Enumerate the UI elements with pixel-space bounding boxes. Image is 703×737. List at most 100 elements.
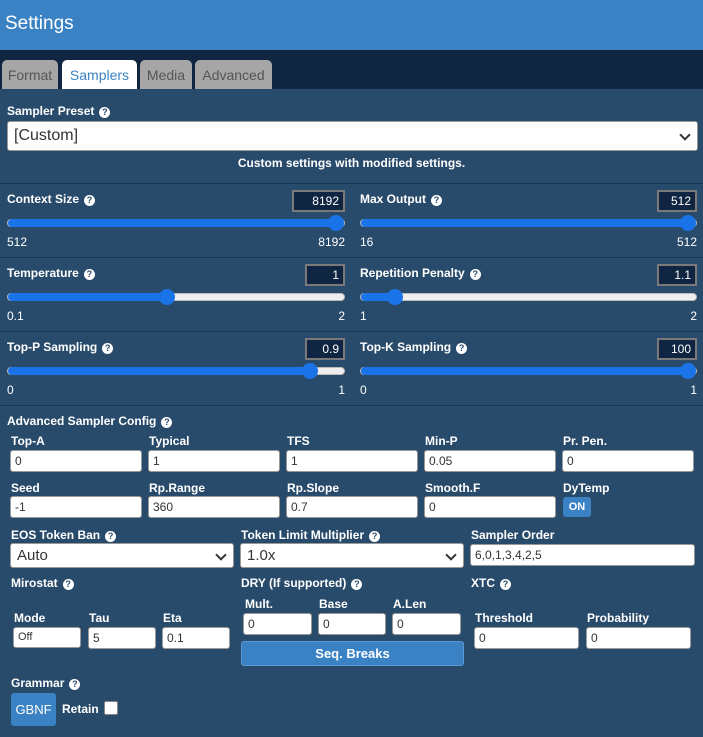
dytemp-toggle-button[interactable]: ON <box>563 497 591 517</box>
help-icon[interactable]: ? <box>351 579 363 590</box>
divider <box>0 183 703 184</box>
top-k-input[interactable]: 100 <box>657 338 697 360</box>
help-icon[interactable]: ? <box>431 195 442 206</box>
xtc-threshold-input[interactable]: 0 <box>474 627 579 649</box>
rep-penalty-input[interactable]: 1.1 <box>657 264 697 286</box>
slider-thumb[interactable] <box>302 363 318 379</box>
dytemp-label: DyTemp <box>563 481 610 495</box>
context-size-min: 512 <box>7 235 28 249</box>
tab-bar: Format Samplers Media Advanced <box>0 50 703 89</box>
divider <box>0 257 703 258</box>
tab-advanced[interactable]: Advanced <box>195 60 272 89</box>
temperature-input[interactable]: 1 <box>305 264 345 286</box>
slider-thumb[interactable] <box>328 215 344 231</box>
help-icon[interactable]: ? <box>456 343 468 354</box>
title-bar: Settings <box>0 0 703 50</box>
slider-fill <box>8 293 167 301</box>
help-icon[interactable]: ? <box>62 579 74 590</box>
rep-penalty-label: Repetition Penalty? <box>360 266 481 280</box>
rp-slope-input[interactable]: 0.7 <box>286 496 418 518</box>
sampler-order-input[interactable]: 6,0,1,3,4,2,5 <box>470 544 695 566</box>
top-p-label: Top-P Sampling? <box>7 340 114 354</box>
tab-format[interactable]: Format <box>2 60 58 89</box>
retain-label: Retain <box>62 702 99 716</box>
dry-mult-label: Mult. <box>245 597 273 611</box>
context-size-slider[interactable] <box>7 215 345 231</box>
help-icon[interactable]: ? <box>161 417 173 428</box>
help-icon[interactable]: ? <box>83 269 95 280</box>
seed-label: Seed <box>11 481 40 495</box>
slider-thumb[interactable] <box>159 289 175 305</box>
mirostat-eta-input[interactable]: 0.1 <box>162 627 230 649</box>
help-icon[interactable]: ? <box>500 579 511 590</box>
dry-base-label: Base <box>319 597 348 611</box>
divider <box>0 331 703 332</box>
tfs-input[interactable]: 1 <box>286 450 418 472</box>
mirostat-mode-select[interactable]: Off <box>13 627 81 648</box>
xtc-probability-input[interactable]: 0 <box>586 627 691 649</box>
typical-input[interactable]: 1 <box>148 450 280 472</box>
pr-pen-input[interactable]: 0 <box>562 450 694 472</box>
xtc-probability-label: Probability <box>587 611 650 625</box>
help-icon[interactable]: ? <box>369 531 381 542</box>
smooth-f-input[interactable]: 0 <box>424 496 556 518</box>
rep-penalty-slider[interactable] <box>360 289 697 305</box>
temperature-min: 0.1 <box>7 309 24 323</box>
seq-breaks-button[interactable]: Seq. Breaks <box>241 641 464 666</box>
context-size-input[interactable]: 8192 <box>292 190 345 212</box>
dry-alen-input[interactable]: 0 <box>392 613 461 635</box>
max-output-input[interactable]: 512 <box>657 190 697 212</box>
xtc-label: XTC? <box>471 576 511 590</box>
top-a-input[interactable]: 0 <box>10 450 142 472</box>
chevron-down-icon <box>445 549 457 561</box>
min-p-input[interactable]: 0.05 <box>424 450 556 472</box>
rp-slope-label: Rp.Slope <box>287 481 340 495</box>
slider-thumb[interactable] <box>680 363 696 379</box>
help-icon[interactable]: ? <box>69 679 81 690</box>
rp-range-input[interactable]: 360 <box>148 496 280 518</box>
top-p-slider[interactable] <box>7 363 345 379</box>
preset-select[interactable]: [Custom] <box>7 121 698 151</box>
slider-thumb[interactable] <box>680 215 696 231</box>
top-k-min: 0 <box>360 383 367 397</box>
max-output-slider[interactable] <box>360 215 697 231</box>
help-icon[interactable]: ? <box>102 343 114 354</box>
chevron-down-icon <box>215 549 227 561</box>
dry-mult-input[interactable]: 0 <box>243 613 312 635</box>
xtc-threshold-label: Threshold <box>475 611 534 625</box>
slider-fill <box>8 219 336 227</box>
slider-thumb[interactable] <box>387 289 403 305</box>
dry-alen-label: A.Len <box>393 597 427 611</box>
preset-value: [Custom] <box>14 127 79 144</box>
eos-select[interactable]: Auto <box>10 543 234 568</box>
help-icon[interactable]: ? <box>84 195 96 206</box>
token-limit-select[interactable]: 1.0x <box>240 543 464 568</box>
help-icon[interactable]: ? <box>105 531 117 542</box>
top-k-label: Top-K Sampling? <box>360 340 468 354</box>
top-p-input[interactable]: 0.9 <box>305 338 345 360</box>
pr-pen-label: Pr. Pen. <box>563 434 608 448</box>
advanced-config-label: Advanced Sampler Config? <box>7 414 173 428</box>
dry-base-input[interactable]: 0 <box>318 613 386 635</box>
seed-input[interactable]: -1 <box>10 496 142 518</box>
mirostat-tau-label: Tau <box>89 611 110 625</box>
gbnf-button[interactable]: GBNF <box>11 693 56 726</box>
mirostat-tau-input[interactable]: 5 <box>88 627 156 649</box>
tab-samplers[interactable]: Samplers <box>62 60 137 89</box>
smooth-f-label: Smooth.F <box>425 481 481 495</box>
typical-label: Typical <box>149 434 190 448</box>
dry-label: DRY (If supported)? <box>241 576 363 590</box>
min-p-label: Min-P <box>425 434 458 448</box>
token-limit-label: Token Limit Multiplier? <box>241 528 381 542</box>
retain-checkbox[interactable] <box>104 701 118 715</box>
tab-media[interactable]: Media <box>140 60 192 89</box>
slider-fill <box>361 367 688 375</box>
help-icon[interactable]: ? <box>99 107 111 118</box>
max-output-label: Max Output? <box>360 192 442 206</box>
temperature-label: Temperature? <box>7 266 95 280</box>
temperature-slider[interactable] <box>7 289 345 305</box>
top-k-slider[interactable] <box>360 363 697 379</box>
token-limit-value: 1.0x <box>247 547 276 564</box>
help-icon[interactable]: ? <box>469 269 481 280</box>
top-k-max: 1 <box>690 383 697 397</box>
